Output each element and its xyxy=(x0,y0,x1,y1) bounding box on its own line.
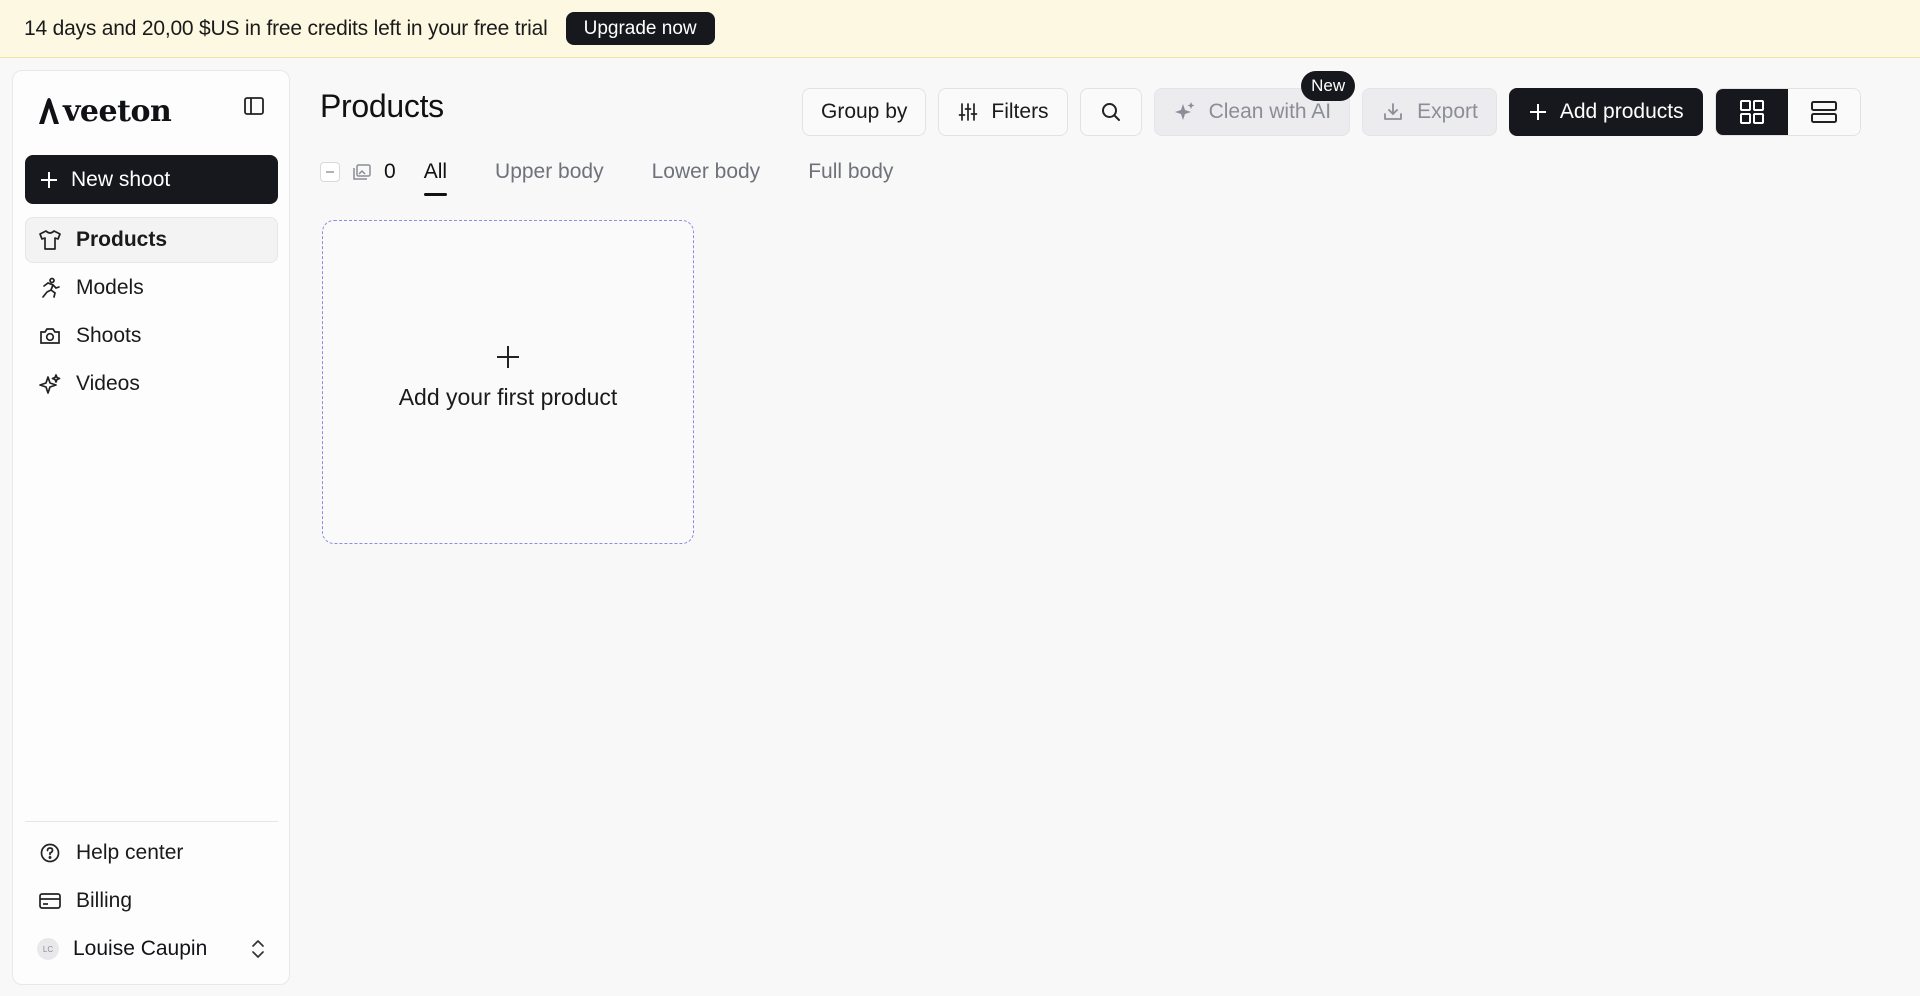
credit-card-icon xyxy=(39,893,61,909)
images-icon xyxy=(353,164,371,180)
sidebar-item-label: Products xyxy=(76,228,168,251)
plus-icon xyxy=(1529,104,1546,120)
clean-with-ai-label: Clean with AI xyxy=(1208,100,1332,123)
sparkle-icon xyxy=(39,374,61,394)
sidebar: veeton New shoot Products Models Shoots … xyxy=(12,70,290,985)
grid-icon xyxy=(1739,100,1764,124)
add-first-product-label: Add your first product xyxy=(398,383,618,410)
new-shoot-label: New shoot xyxy=(71,167,171,191)
running-person-icon xyxy=(42,277,60,298)
sidebar-item-label: Shoots xyxy=(76,324,142,347)
select-all-checkbox[interactable] xyxy=(320,162,340,182)
filter-row: 0 All Upper body Lower body Full body xyxy=(320,150,942,196)
tab-full-body[interactable]: Full body xyxy=(808,150,893,194)
upgrade-now-button[interactable]: Upgrade now xyxy=(565,12,715,45)
add-products-label: Add products xyxy=(1559,100,1684,123)
page-title: Products xyxy=(320,88,444,124)
brand-name: veeton xyxy=(63,93,172,129)
view-toggle xyxy=(1714,88,1861,136)
search-button[interactable] xyxy=(1079,88,1142,136)
sidebar-footer: Help center Billing LC Louise Caupin xyxy=(25,821,278,972)
brand-logo[interactable]: veeton xyxy=(37,91,277,131)
trial-banner: 14 days and 20,00 $US in free credits le… xyxy=(0,0,1920,58)
filters-button[interactable]: Filters xyxy=(938,88,1068,136)
chevron-up-down-icon xyxy=(252,940,264,958)
help-circle-icon xyxy=(40,843,60,863)
sidebar-item-label: Models xyxy=(76,276,144,299)
sliders-icon xyxy=(959,103,978,121)
download-icon xyxy=(1384,103,1403,120)
trial-banner-text: 14 days and 20,00 $US in free credits le… xyxy=(24,16,548,40)
add-products-button[interactable]: Add products xyxy=(1508,88,1703,136)
user-menu[interactable]: LC Louise Caupin xyxy=(25,926,278,972)
filters-label: Filters xyxy=(991,100,1049,123)
export-label: Export xyxy=(1417,100,1478,123)
camera-icon xyxy=(40,328,60,344)
search-icon xyxy=(1101,103,1120,121)
minus-icon xyxy=(326,171,334,173)
add-first-product-card[interactable]: Add your first product xyxy=(322,220,694,544)
veeton-logo-icon xyxy=(39,98,59,124)
sidebar-item-videos[interactable]: Videos xyxy=(25,361,278,407)
user-name: Louise Caupin xyxy=(73,937,208,960)
grid-view-button[interactable] xyxy=(1715,89,1788,135)
billing-label: Billing xyxy=(76,889,133,912)
plus-icon xyxy=(497,345,519,368)
avatar: LC xyxy=(37,938,59,960)
sparkle-icon xyxy=(1174,102,1195,120)
tab-lower-body[interactable]: Lower body xyxy=(652,150,761,194)
category-tabs: All Upper body Lower body Full body xyxy=(423,150,942,196)
help-center-label: Help center xyxy=(76,841,184,864)
toolbar: Group by Filters Clean with AI New Expor… xyxy=(802,71,1861,136)
group-by-label: Group by xyxy=(821,100,908,123)
clean-with-ai-button[interactable]: Clean with AI New xyxy=(1153,71,1356,136)
sidebar-item-label: Videos xyxy=(76,372,140,395)
collapse-sidebar-icon[interactable] xyxy=(243,95,265,117)
list-view-button[interactable] xyxy=(1787,89,1860,135)
sidebar-nav: Products Models Shoots Videos xyxy=(25,217,278,409)
plus-icon xyxy=(41,171,57,188)
sidebar-item-products[interactable]: Products xyxy=(25,217,278,263)
billing-link[interactable]: Billing xyxy=(25,878,278,924)
list-icon xyxy=(1810,101,1837,123)
export-button[interactable]: Export xyxy=(1362,88,1497,136)
help-center-link[interactable]: Help center xyxy=(25,830,278,876)
shirt-icon xyxy=(39,230,61,250)
sidebar-item-shoots[interactable]: Shoots xyxy=(25,313,278,359)
new-shoot-button[interactable]: New shoot xyxy=(25,155,278,204)
sidebar-item-models[interactable]: Models xyxy=(25,265,278,311)
tab-all[interactable]: All xyxy=(423,150,448,196)
tab-upper-body[interactable]: Upper body xyxy=(495,150,604,194)
new-badge: New xyxy=(1301,71,1356,101)
selection-count: 0 xyxy=(384,160,396,183)
group-by-button[interactable]: Group by xyxy=(802,88,927,136)
